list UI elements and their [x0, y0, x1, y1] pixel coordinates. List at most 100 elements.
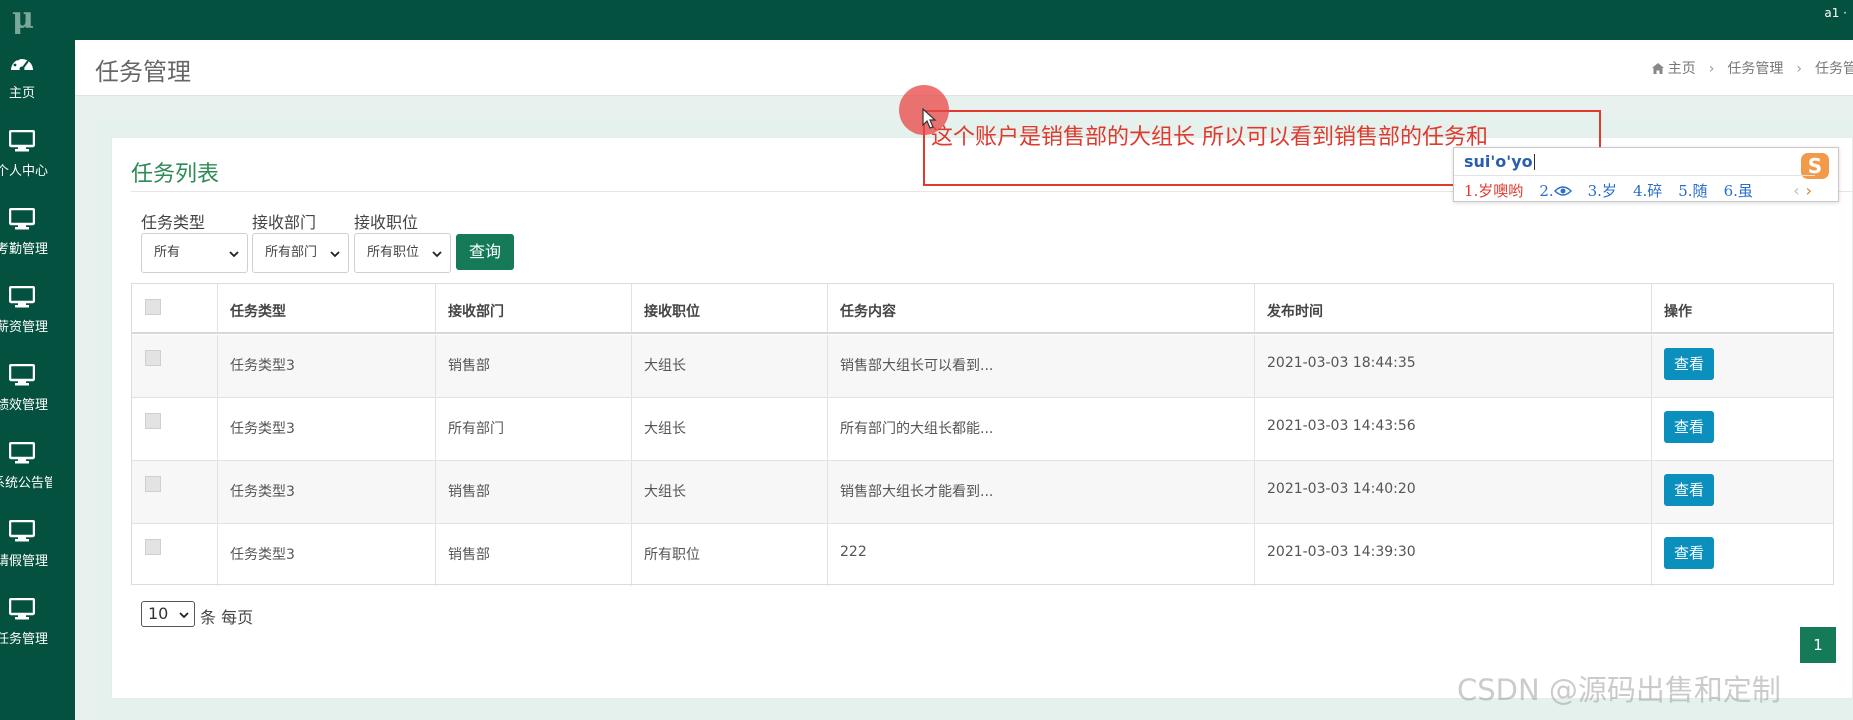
cell-time: 2021-03-03 14:40:20 — [1267, 481, 1416, 497]
ime-candidate[interactable]: 3.岁 — [1588, 182, 1617, 200]
view-button[interactable]: 查看 — [1664, 474, 1714, 506]
sidebar-item-home[interactable]: 主页 — [0, 40, 75, 118]
ime-candidate[interactable]: 2. — [1539, 182, 1572, 200]
sidebar-item-tasks[interactable]: 任务管理 — [0, 586, 75, 664]
select-all-checkbox[interactable] — [145, 299, 161, 315]
ime-prev-page-button[interactable]: ‹ — [1793, 181, 1799, 200]
cursor-arrow-icon — [922, 108, 937, 129]
task-type-select[interactable]: 所有 — [141, 233, 248, 273]
table-cell — [132, 335, 217, 397]
row-checkbox[interactable] — [145, 539, 161, 555]
page-button-current[interactable]: 1 — [1800, 627, 1836, 663]
cell-dept: 销售部 — [448, 547, 490, 563]
home-icon — [1651, 63, 1664, 74]
task-type-value: 所有 — [154, 245, 181, 260]
monitor-icon — [9, 520, 35, 542]
monitor-icon — [9, 364, 35, 386]
position-value: 所有职位 — [367, 245, 420, 260]
monitor-icon — [9, 208, 35, 230]
sidebar-item-label: 任务管理 — [0, 632, 48, 647]
view-button[interactable]: 查看 — [1664, 348, 1714, 380]
breadcrumb-separator: › — [1708, 61, 1715, 77]
cell-dept: 销售部 — [448, 358, 490, 374]
view-button[interactable]: 查看 — [1664, 411, 1714, 443]
sidebar-item-announcements[interactable]: 系统公告管理 — [0, 430, 75, 508]
ime-candidate[interactable]: 6.虽 — [1724, 182, 1753, 200]
header-cell: 任务内容 — [827, 284, 1254, 332]
table-cell: 所有部门 — [435, 398, 631, 460]
page-size-value: 10 — [148, 604, 169, 623]
column-header: 任务内容 — [840, 304, 896, 320]
ime-next-page-button[interactable]: › — [1806, 181, 1812, 200]
cell-dept: 所有部门 — [448, 421, 504, 437]
cell-content: 222 — [840, 544, 867, 560]
task-table: 任务类型 接收部门 接收职位 任务内容 发布时间 操作 任务类型3 销售部 大组… — [131, 283, 1834, 586]
watermark: CSDN @源码出售和定制 — [1457, 673, 1781, 707]
ime-page-nav: ‹ › — [1793, 181, 1812, 200]
header-cell: 操作 — [1651, 284, 1833, 332]
table-row: 任务类型3 销售部 大组长 销售部大组长才能看到... 2021-03-03 1… — [132, 461, 1833, 524]
user-menu[interactable]: a1 · — [1824, 6, 1847, 20]
position-select[interactable]: 所有职位 — [354, 233, 451, 273]
table-cell: 任务类型3 — [217, 335, 435, 397]
app-logo: μ — [12, 1, 34, 36]
table-cell: 任务类型3 — [217, 398, 435, 460]
row-checkbox[interactable] — [145, 350, 161, 366]
column-header: 发布时间 — [1267, 304, 1323, 320]
header-cell: 发布时间 — [1254, 284, 1651, 332]
ime-candidate[interactable]: 4.碎 — [1633, 182, 1662, 200]
table-cell: 查看 — [1651, 398, 1833, 460]
table-cell: 查看 — [1651, 461, 1833, 523]
cell-content: 销售部大组长可以看到... — [840, 358, 994, 374]
table-row: 任务类型3 销售部 大组长 销售部大组长可以看到... 2021-03-03 1… — [132, 335, 1833, 398]
table-cell: 任务类型3 — [217, 461, 435, 523]
cell-dept: 销售部 — [448, 484, 490, 500]
table-cell: 销售部 — [435, 335, 631, 397]
sidebar-item-performance[interactable]: 绩效管理 — [0, 352, 75, 430]
monitor-icon — [9, 598, 35, 620]
divider — [1454, 175, 1815, 176]
page-header: 任务管理 主页 › 任务管理 › 任务管 — [75, 40, 1853, 96]
sidebar-item-leave[interactable]: 请假管理 — [0, 508, 75, 586]
page-size-label: 条 每页 — [200, 608, 254, 627]
table-cell: 2021-03-03 14:39:30 — [1254, 524, 1651, 586]
table-cell: 2021-03-03 14:40:20 — [1254, 461, 1651, 523]
table-cell — [132, 524, 217, 586]
sidebar-item-salary[interactable]: 薪资管理 — [0, 274, 75, 352]
page-title: 任务管理 — [95, 58, 191, 86]
column-header: 任务类型 — [230, 304, 286, 320]
header-cell-select — [132, 284, 217, 332]
table-cell: 销售部 — [435, 461, 631, 523]
ime-candidate[interactable]: 5.随 — [1678, 182, 1707, 200]
dept-select[interactable]: 所有部门 — [252, 233, 349, 273]
table-cell: 所有部门的大组长都能... — [827, 398, 1254, 460]
column-header: 接收部门 — [448, 304, 504, 320]
sidebar-item-profile[interactable]: 个人中心 — [0, 118, 75, 196]
cell-type: 任务类型3 — [230, 547, 295, 563]
page-size-select[interactable]: 10 — [141, 601, 195, 627]
view-button[interactable]: 查看 — [1664, 537, 1714, 569]
breadcrumb-tasks[interactable]: 任务管理 — [1727, 61, 1783, 77]
breadcrumb-separator: › — [1796, 61, 1802, 77]
table-cell: 销售部大组长可以看到... — [827, 335, 1254, 397]
monitor-icon — [9, 442, 35, 464]
cell-time: 2021-03-03 14:43:56 — [1267, 418, 1416, 434]
filter-dept-label: 接收部门 — [252, 213, 317, 232]
ime-candidate-window: sui'o'yo S 1.岁噢哟 2. 3.岁 4.碎 5.随 6.虽 ‹ › — [1453, 147, 1839, 202]
cell-content: 销售部大组长才能看到... — [840, 484, 994, 500]
chevron-down-icon — [330, 251, 340, 258]
ime-candidate[interactable]: 1.岁噢哟 — [1464, 182, 1523, 200]
row-checkbox[interactable] — [145, 476, 161, 492]
sidebar-item-attendance[interactable]: 考勤管理 — [0, 196, 75, 274]
header-cell: 接收部门 — [435, 284, 631, 332]
cell-type: 任务类型3 — [230, 358, 295, 374]
table-cell: 大组长 — [631, 335, 827, 397]
row-checkbox[interactable] — [145, 413, 161, 429]
header-cell: 任务类型 — [217, 284, 435, 332]
table-row: 任务类型3 所有部门 大组长 所有部门的大组长都能... 2021-03-03 … — [132, 398, 1833, 461]
query-button[interactable]: 查询 — [456, 234, 514, 270]
header-cell: 接收职位 — [631, 284, 827, 332]
breadcrumb-home[interactable]: 主页 — [1668, 61, 1696, 77]
cell-position: 大组长 — [644, 484, 686, 500]
column-header: 操作 — [1664, 304, 1692, 320]
